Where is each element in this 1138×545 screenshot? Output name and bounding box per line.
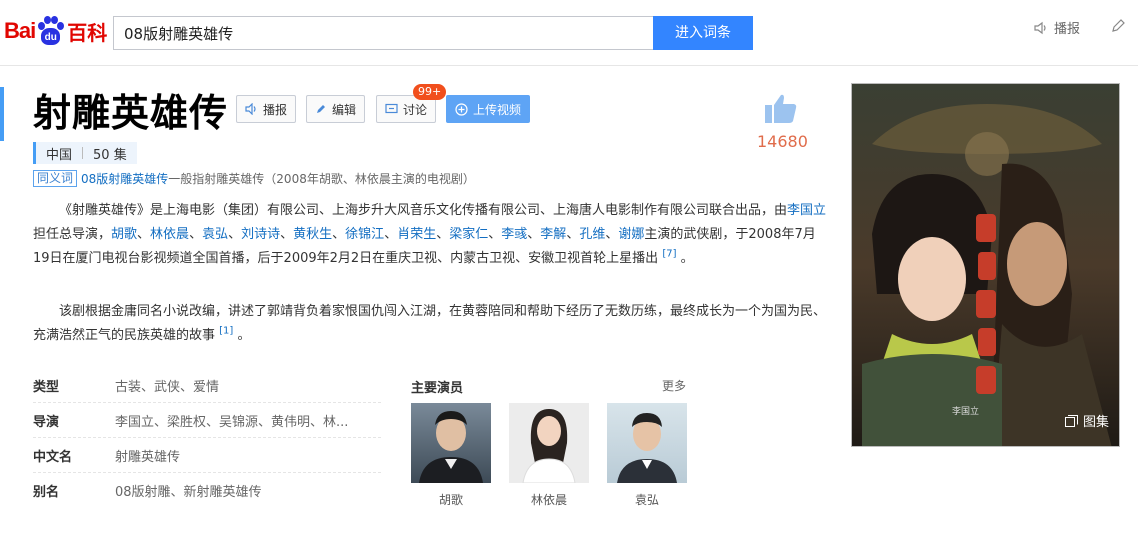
- info-row-chinese-name: 中文名 射雕英雄传: [33, 438, 381, 473]
- edit-button[interactable]: 编辑: [306, 95, 366, 123]
- upload-video-button[interactable]: 上传视频: [446, 95, 531, 123]
- synonym-tag[interactable]: 同义词: [33, 170, 78, 187]
- plus-circle-icon: [455, 102, 468, 116]
- synonym-link[interactable]: 08版射雕英雄传: [81, 172, 168, 186]
- meta-tags: 中国 50 集: [33, 142, 137, 164]
- main-actors-title: 主要演员: [411, 381, 464, 396]
- actor-link[interactable]: 刘诗诗: [241, 227, 280, 242]
- summary-paragraph-2: 该剧根据金庸同名小说改编，讲述了郭靖背负着家恨国仇闯入江湖，在黄蓉陪同和帮助下经…: [33, 300, 827, 348]
- poster-director-text: 李国立: [952, 405, 979, 417]
- info-key: 导演: [33, 414, 60, 430]
- reference-7[interactable]: [7]: [662, 249, 676, 260]
- site-header: Bai du 百科 进入词条 播报: [0, 0, 1138, 66]
- gallery-button[interactable]: 图集: [1064, 411, 1109, 430]
- separator: 、: [436, 227, 450, 242]
- reference-1[interactable]: [1]: [219, 326, 233, 337]
- director-link[interactable]: 李国立: [787, 203, 826, 218]
- actor-link[interactable]: 徐锦江: [345, 227, 384, 242]
- header-play-button[interactable]: 播报: [1034, 18, 1080, 37]
- actor-name[interactable]: 林依晨: [509, 491, 589, 508]
- actor-link[interactable]: 林依晨: [150, 227, 189, 242]
- info-value: 古装、武侠、爱情: [115, 379, 220, 395]
- header-play-label: 播报: [1054, 22, 1081, 37]
- actor-link[interactable]: 胡歌: [111, 227, 137, 242]
- logo-bai-text: Bai: [4, 18, 36, 43]
- separator: 、: [527, 227, 541, 242]
- actor-card[interactable]: 林依晨: [509, 403, 589, 508]
- info-value: 射雕英雄传: [115, 449, 181, 465]
- search-input[interactable]: [113, 16, 654, 50]
- actor-link[interactable]: 谢娜: [618, 227, 644, 242]
- info-row-director: 导演 李国立、梁胜权、吴锦源、黄伟明、林...: [33, 403, 381, 438]
- separator: 、: [488, 227, 502, 242]
- thumbs-up-icon[interactable]: [764, 93, 798, 125]
- actor-link[interactable]: 袁弘: [202, 227, 228, 242]
- separator: 、: [605, 227, 619, 242]
- actor-links: 胡歌、林依晨、袁弘、刘诗诗、黄秋生、徐锦江、肖荣生、梁家仁、李彧、李解、孔维、谢…: [111, 227, 644, 242]
- pencil-icon: [317, 105, 325, 113]
- enter-entry-button[interactable]: 进入词条: [653, 16, 753, 50]
- actor-card[interactable]: 袁弘: [607, 403, 687, 508]
- discuss-count-badge: 99+: [413, 84, 447, 100]
- para1-text-2: 担任总导演，: [33, 227, 112, 242]
- separator: 、: [189, 227, 203, 242]
- actor-link[interactable]: 李彧: [501, 227, 527, 242]
- episodes-tag: 50 集: [93, 147, 127, 163]
- gallery-label: 图集: [1082, 415, 1109, 430]
- speaker-icon: [1034, 21, 1046, 34]
- actor-photo[interactable]: [411, 403, 491, 483]
- paw-icon: du: [36, 16, 65, 46]
- synonym-text: 一般指射雕英雄传（2008年胡歌、林依晨主演的电视剧）: [168, 172, 475, 186]
- basic-info-table: 类型 古装、武侠、爱情 导演 李国立、梁胜权、吴锦源、黄伟明、林... 中文名 …: [33, 368, 381, 508]
- actor-link[interactable]: 孔维: [579, 227, 605, 242]
- info-row-alias: 别名 08版射雕、新射雕英雄传: [33, 473, 381, 508]
- separator: 、: [384, 227, 398, 242]
- actor-card[interactable]: 胡歌: [411, 403, 491, 508]
- country-tag: 中国: [46, 147, 73, 163]
- like-count: 14680: [757, 132, 808, 151]
- more-actors-link[interactable]: 更多: [662, 377, 686, 394]
- actor-photo[interactable]: [509, 403, 589, 483]
- actor-link[interactable]: 肖荣生: [397, 227, 436, 242]
- para2-end: 。: [237, 328, 251, 343]
- edit-label: 编辑: [332, 102, 357, 117]
- synonym-line: 同义词 08版射雕英雄传一般指射雕英雄传（2008年胡歌、林依晨主演的电视剧）: [33, 170, 475, 187]
- info-key: 中文名: [33, 449, 73, 465]
- header-edit-button[interactable]: [1110, 18, 1126, 34]
- logo-du-text: du: [44, 32, 57, 43]
- para1-end: 。: [680, 251, 694, 266]
- separator: 、: [137, 227, 151, 242]
- separator: 、: [228, 227, 242, 242]
- discuss-label: 讨论: [403, 102, 428, 117]
- speaker-icon: [245, 103, 256, 115]
- separator: 、: [280, 227, 294, 242]
- para2-text: 该剧根据金庸同名小说改编，讲述了郭靖背负着家恨国仇闯入江湖，在黄蓉陪同和帮助下经…: [33, 304, 827, 343]
- info-value: 08版射雕、新射雕英雄传: [115, 485, 262, 500]
- play-button[interactable]: 播报: [236, 95, 297, 123]
- upload-video-label: 上传视频: [473, 102, 522, 117]
- actor-link[interactable]: 李解: [540, 227, 566, 242]
- chat-icon: [385, 103, 398, 114]
- poster-image[interactable]: 李国立 图集: [851, 83, 1120, 447]
- separator: 、: [332, 227, 346, 242]
- baidu-baike-logo[interactable]: Bai du 百科: [4, 14, 107, 48]
- logo-baike-text: 百科: [67, 20, 108, 45]
- separator: 、: [566, 227, 580, 242]
- info-key: 类型: [33, 379, 60, 395]
- actor-photo[interactable]: [607, 403, 687, 483]
- play-label: 播报: [263, 102, 288, 117]
- actor-link[interactable]: 黄秋生: [293, 227, 332, 242]
- info-value[interactable]: 李国立、梁胜权、吴锦源、黄伟明、林...: [115, 411, 348, 430]
- gallery-icon: [1064, 414, 1078, 427]
- info-row-genre: 类型 古装、武侠、爱情: [33, 368, 381, 403]
- entry-title: 射雕英雄传: [33, 91, 229, 135]
- info-key: 别名: [33, 485, 60, 500]
- summary-paragraph-1: 《射雕英雄传》是上海电影（集团）有限公司、上海步升大风音乐文化传播有限公司、上海…: [33, 199, 827, 271]
- actor-name[interactable]: 胡歌: [411, 491, 491, 508]
- actor-link[interactable]: 梁家仁: [449, 227, 488, 242]
- pencil-icon: [1112, 19, 1125, 32]
- title-accent-bar: [0, 87, 4, 141]
- para1-text-1: 《射雕英雄传》是上海电影（集团）有限公司、上海步升大风音乐文化传播有限公司、上海…: [59, 203, 788, 218]
- actor-name[interactable]: 袁弘: [607, 491, 687, 508]
